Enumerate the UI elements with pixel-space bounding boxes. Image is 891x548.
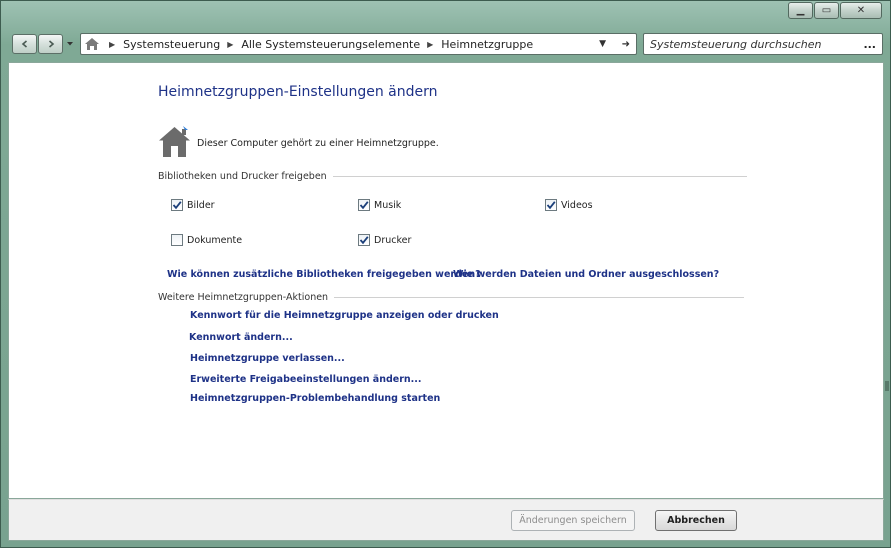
breadcrumb-separator-icon[interactable]: ▶ (427, 40, 433, 49)
checkbox-label: Musik (374, 199, 402, 211)
close-button[interactable]: ✕ (840, 2, 882, 19)
window-frame: ▁ ▭ ✕ ▶ Systemsteuerung ▶ Alle Systemste… (0, 0, 891, 548)
breadcrumb: ▶ Systemsteuerung ▶ Alle Systemsteuerung… (102, 38, 533, 51)
checkbox-label: Videos (561, 199, 593, 211)
breadcrumb-item[interactable]: Systemsteuerung (123, 38, 220, 51)
resize-grip[interactable] (885, 381, 889, 391)
share-section-heading: Bibliotheken und Drucker freigeben (158, 171, 747, 182)
forward-arrow-icon (48, 40, 54, 48)
navigation-buttons (12, 34, 74, 54)
history-dropdown-button[interactable] (66, 40, 74, 49)
address-bar[interactable]: ▶ Systemsteuerung ▶ Alle Systemsteuerung… (80, 33, 637, 55)
divider (334, 297, 745, 298)
actions-section-heading: Weitere Heimnetzgruppen-Aktionen (158, 292, 745, 303)
save-changes-button[interactable]: Änderungen speichern (511, 510, 635, 531)
more-libraries-link[interactable]: Wie können zusätzliche Bibliotheken frei… (167, 269, 481, 280)
checkbox-label: Dokumente (187, 234, 243, 246)
back-button[interactable] (12, 34, 37, 54)
share-section-label: Bibliotheken und Drucker freigeben (158, 171, 327, 182)
chevron-down-icon (67, 41, 73, 45)
checkbox-dokumente[interactable]: Dokumente (171, 234, 242, 246)
status-text: Dieser Computer gehört zu einer Heimnetz… (197, 137, 439, 149)
footer-bar: Änderungen speichern Abbrechen (8, 499, 884, 541)
checkbox-label: Bilder (187, 199, 215, 211)
cancel-button[interactable]: Abbrechen (655, 510, 737, 531)
leave-homegroup-link[interactable]: Heimnetzgruppe verlassen... (190, 353, 345, 364)
search-more-button[interactable]: ... (863, 38, 876, 51)
main-content: Heimnetzgruppen-Einstellungen ändern Die… (8, 62, 884, 499)
checkbox-label: Drucker (374, 234, 412, 246)
exclude-files-link[interactable]: Wie werden Dateien und Ordner ausgeschlo… (453, 269, 719, 280)
minimize-button[interactable]: ▁ (788, 2, 813, 19)
breadcrumb-item[interactable]: Alle Systemsteuerungselemente (241, 38, 420, 51)
checkbox-box[interactable] (358, 234, 370, 246)
search-input[interactable]: Systemsteuerung durchsuchen ... (643, 33, 883, 55)
checkmark-icon (359, 236, 369, 245)
checkmark-icon (359, 201, 369, 210)
back-arrow-icon (21, 40, 27, 48)
address-dropdown-icon[interactable]: ▼ (599, 39, 606, 49)
troubleshooter-link[interactable]: Heimnetzgruppen-Problembehandlung starte… (190, 393, 440, 404)
page-title: Heimnetzgruppen-Einstellungen ändern (158, 84, 438, 100)
maximize-button[interactable]: ▭ (814, 2, 839, 19)
forward-button[interactable] (38, 34, 63, 54)
actions-section-label: Weitere Heimnetzgruppen-Aktionen (158, 292, 329, 303)
breadcrumb-separator-icon[interactable]: ▶ (227, 40, 233, 49)
checkbox-bilder[interactable]: Bilder (171, 199, 215, 211)
breadcrumb-separator-icon[interactable]: ▶ (109, 40, 115, 49)
breadcrumb-item[interactable]: Heimnetzgruppe (441, 38, 533, 51)
go-arrow-icon[interactable]: ➜ (622, 39, 630, 50)
checkbox-drucker[interactable]: Drucker (358, 234, 411, 246)
control-panel-icon (82, 35, 102, 53)
checkbox-videos[interactable]: Videos (545, 199, 593, 211)
show-password-link[interactable]: Kennwort für die Heimnetzgruppe anzeigen… (190, 310, 499, 321)
change-password-link[interactable]: Kennwort ändern... (189, 332, 293, 343)
checkmark-icon (546, 201, 556, 210)
divider (332, 176, 747, 177)
caption-buttons: ▁ ▭ ✕ (788, 2, 882, 19)
checkbox-box[interactable] (171, 199, 183, 211)
search-placeholder: Systemsteuerung durchsuchen (650, 37, 822, 51)
checkbox-box[interactable] (171, 234, 183, 246)
homegroup-status: Dieser Computer gehört zu einer Heimnetz… (158, 126, 439, 158)
advanced-sharing-link[interactable]: Erweiterte Freigabeeinstellungen ändern.… (190, 374, 421, 385)
checkbox-box[interactable] (358, 199, 370, 211)
checkbox-musik[interactable]: Musik (358, 199, 401, 211)
checkbox-box[interactable] (545, 199, 557, 211)
checkmark-icon (172, 201, 182, 210)
homegroup-house-icon (159, 126, 190, 157)
